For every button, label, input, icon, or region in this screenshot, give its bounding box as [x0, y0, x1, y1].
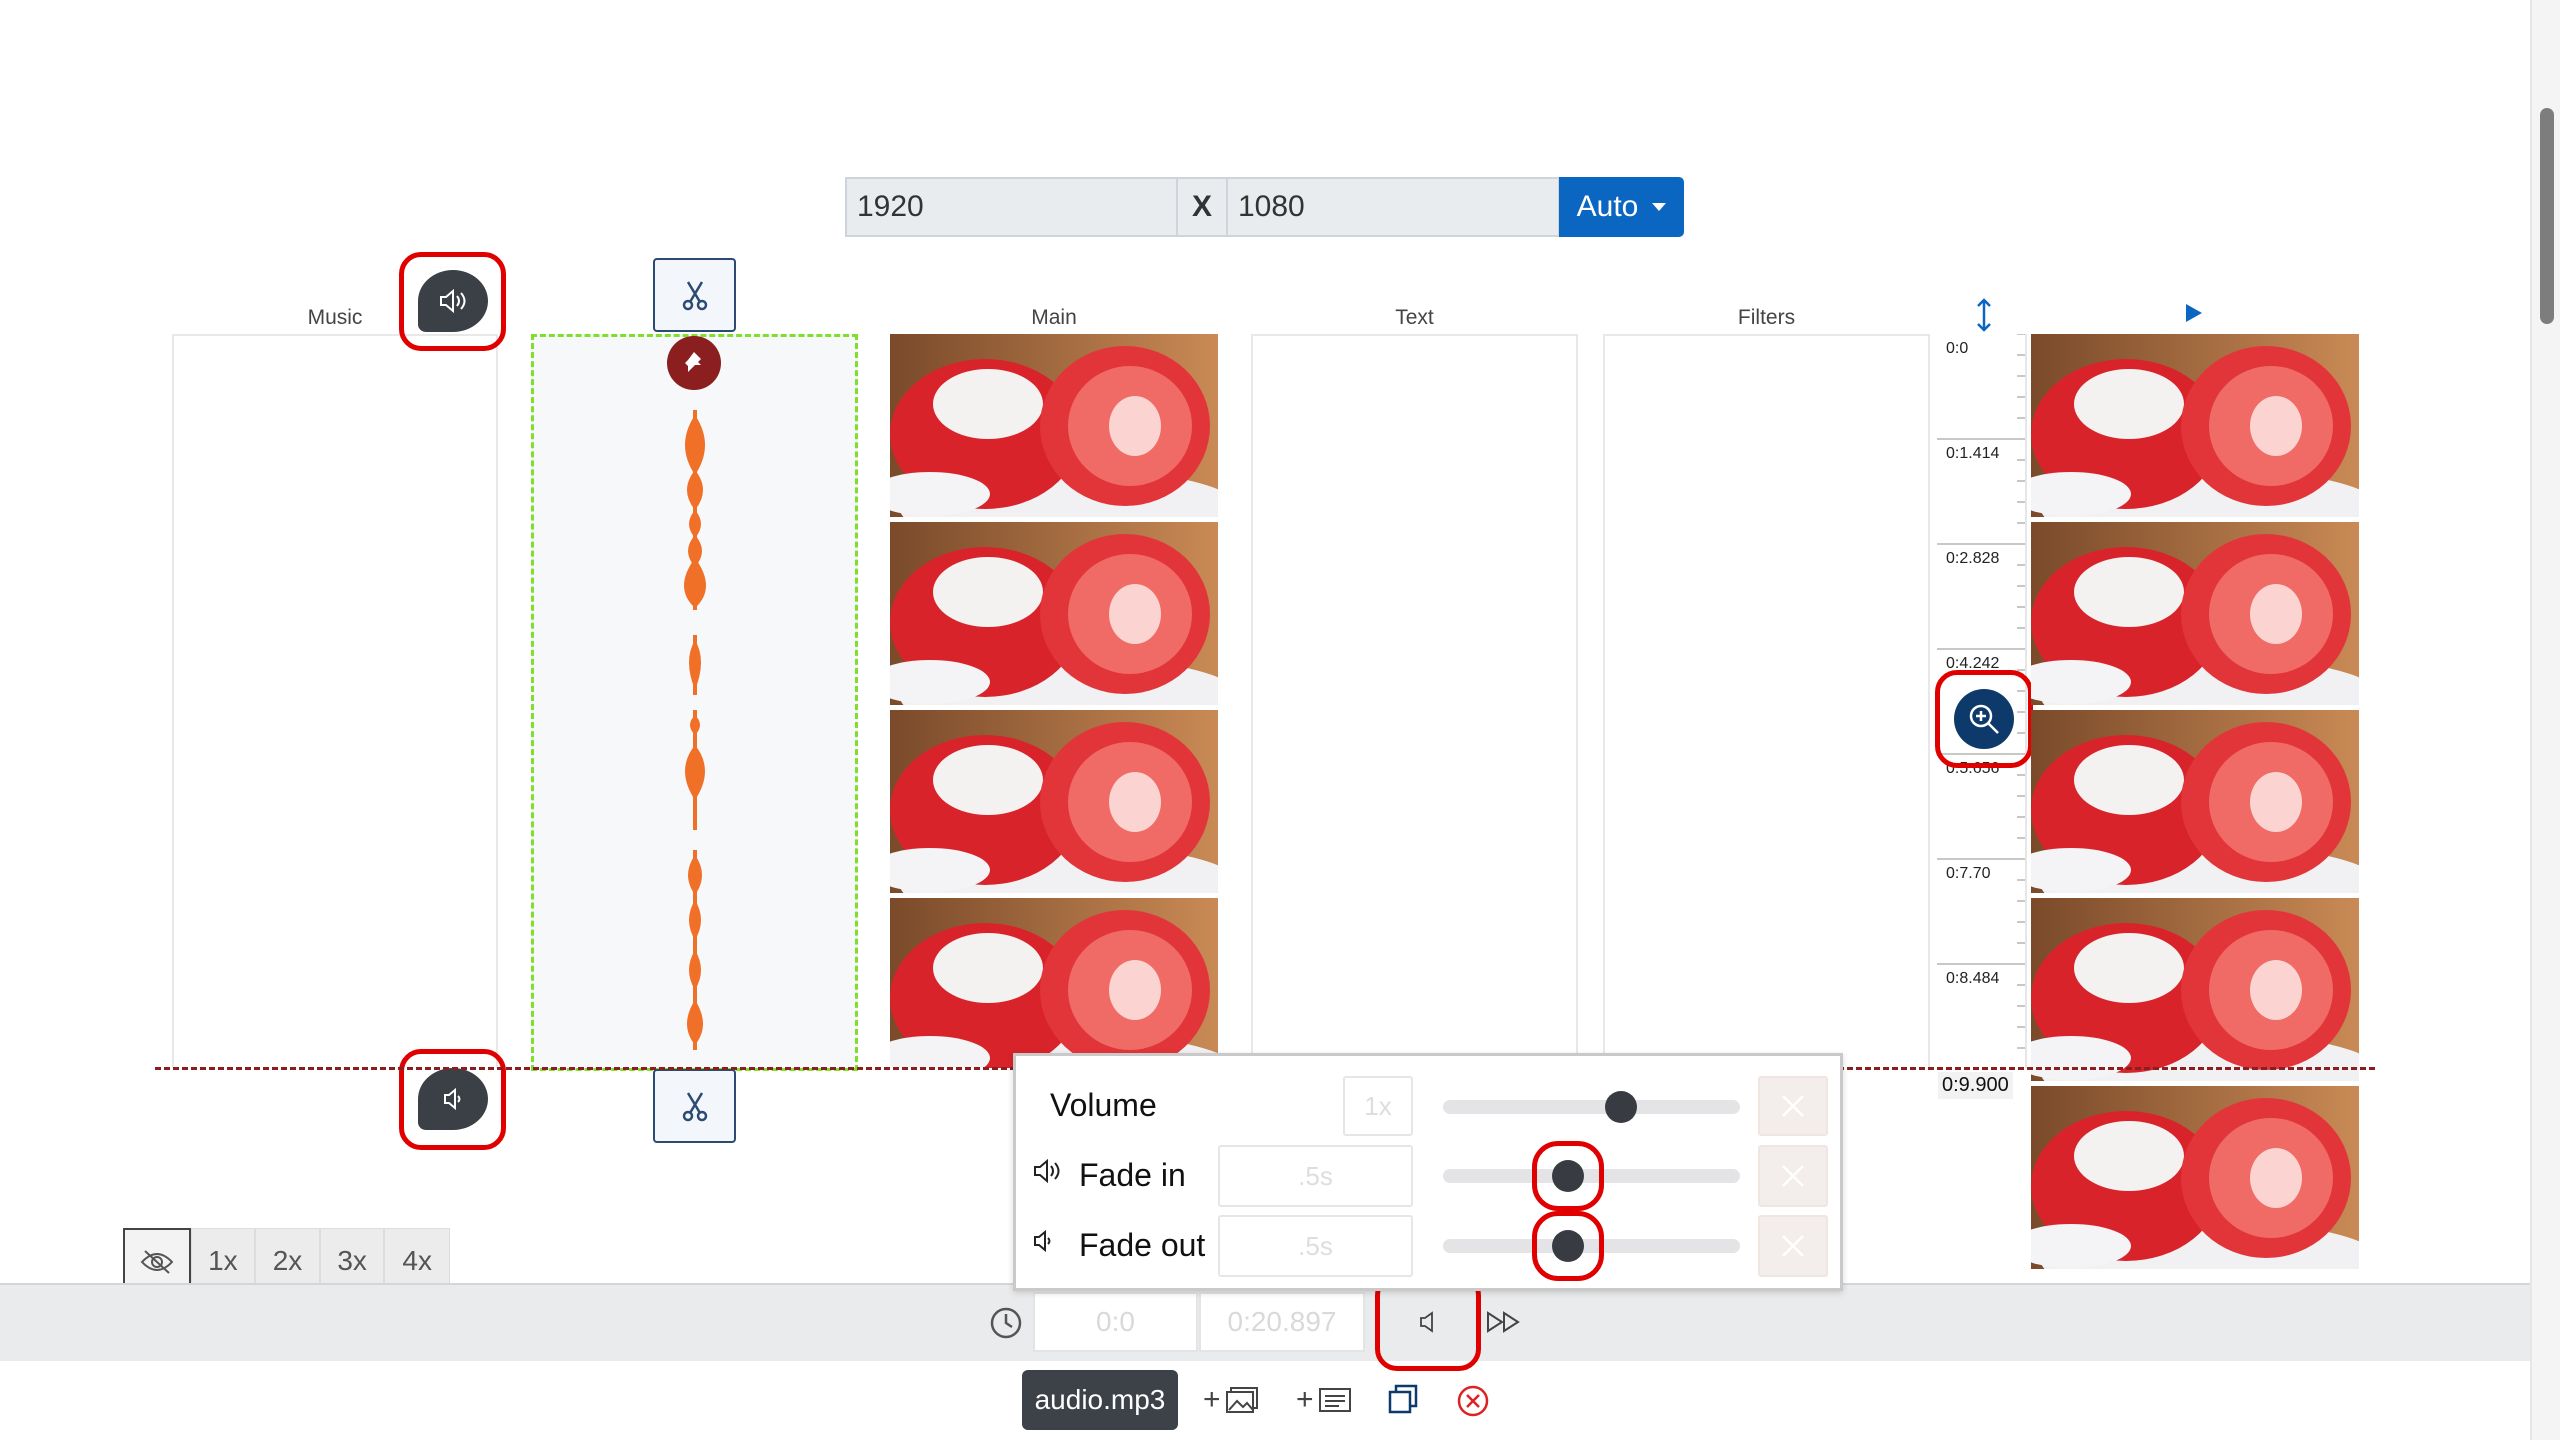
volume-down-button[interactable]	[418, 1068, 488, 1130]
copy-icon[interactable]	[1388, 1384, 1418, 1414]
pin-icon	[685, 352, 701, 372]
volume-reset-button[interactable]	[1758, 1076, 1828, 1136]
add-image-button[interactable]: +	[1203, 1383, 1259, 1417]
volume-down-icon	[1034, 1230, 1051, 1252]
fade-in-label: Fade in	[1079, 1157, 1186, 1193]
zoom-in-icon	[1969, 704, 1999, 734]
close-icon	[1782, 1235, 1804, 1257]
filters-column[interactable]	[1603, 334, 1930, 1068]
page-scrollbar[interactable]	[2530, 0, 2560, 1440]
eye-slash-icon	[140, 1250, 174, 1274]
text-icon	[1318, 1388, 1351, 1412]
split-top-button[interactable]	[653, 258, 736, 332]
fade-out-label: Fade out	[1079, 1227, 1206, 1263]
play-icon[interactable]	[2184, 302, 2204, 324]
preview-frame[interactable]	[2031, 1086, 2359, 1269]
pin-button[interactable]	[667, 336, 721, 390]
main-column-label: Main	[1031, 306, 1077, 329]
music-column[interactable]	[172, 334, 498, 1068]
preview-column	[2031, 334, 2359, 1269]
image-icon	[1225, 1387, 1258, 1413]
add-text-plus: +	[1296, 1383, 1314, 1416]
scissors-icon	[682, 1092, 707, 1122]
fade-in-reset-button[interactable]	[1758, 1145, 1828, 1207]
add-image-plus: +	[1203, 1383, 1221, 1416]
mode-label: Auto	[1576, 190, 1639, 223]
main-clip-thumbnail[interactable]	[890, 898, 1218, 1068]
close-icon	[1782, 1165, 1804, 1187]
start-time-field[interactable]: 0:0	[1033, 1292, 1198, 1352]
text-column[interactable]	[1251, 334, 1578, 1068]
fade-out-slider-handle[interactable]	[1552, 1230, 1584, 1262]
end-time-field[interactable]: 0:20.897	[1199, 1292, 1365, 1352]
resolution-mode-dropdown[interactable]: Auto	[1559, 177, 1684, 237]
fade-in-slider-handle[interactable]	[1552, 1160, 1584, 1192]
close-icon	[1782, 1095, 1804, 1117]
width-input[interactable]: 1920	[845, 177, 1178, 237]
volume-input[interactable]: 1x	[1343, 1076, 1413, 1136]
fade-out-input[interactable]: .5s	[1218, 1215, 1413, 1277]
timeline-end-label: 0:9.900	[1938, 1072, 2013, 1099]
add-text-button[interactable]: +	[1296, 1383, 1352, 1417]
preview-frame[interactable]	[2031, 898, 2359, 1081]
fast-forward-icon[interactable]	[1486, 1310, 1522, 1334]
volume-label: Volume	[1050, 1087, 1157, 1123]
scrollbar-thumb[interactable]	[2540, 108, 2554, 324]
volume-slider[interactable]	[1443, 1100, 1740, 1114]
width-value: 1920	[857, 190, 924, 223]
timeline-mark: 0:1.414	[1946, 445, 2000, 462]
audio-file-chip[interactable]: audio.mp3	[1022, 1370, 1178, 1430]
timeline-mark: 0:2.828	[1946, 550, 2000, 567]
main-clip-thumbnail[interactable]	[890, 334, 1218, 517]
mute-button[interactable]	[1395, 1292, 1461, 1352]
preview-frame[interactable]	[2031, 710, 2359, 893]
timeline-mark: 0:8.484	[1946, 970, 2000, 987]
volume-slider-handle[interactable]	[1605, 1091, 1638, 1123]
timeline-mark: 0:0	[1946, 340, 1969, 357]
audio-waveform	[684, 410, 706, 1050]
volume-up-button[interactable]	[418, 270, 488, 332]
audio-settings-popup: Volume 1x Fade in .5s Fade out .5s	[1013, 1053, 1843, 1291]
fade-out-reset-button[interactable]	[1758, 1215, 1828, 1277]
main-clip-thumbnail[interactable]	[890, 522, 1218, 705]
main-clip-thumbnail[interactable]	[890, 710, 1218, 893]
resolution-separator: X	[1176, 177, 1228, 237]
timeline-mark: 0:7.70	[1946, 865, 1991, 882]
split-bottom-button[interactable]	[653, 1069, 736, 1143]
volume-down-icon	[444, 1088, 461, 1110]
zoom-in-button[interactable]	[1954, 689, 2014, 749]
chevron-down-icon	[1652, 203, 1667, 211]
footer-toolbar	[0, 1361, 2530, 1440]
scissors-icon	[682, 281, 707, 311]
text-column-label: Text	[1395, 306, 1434, 329]
height-value: 1080	[1238, 190, 1305, 223]
separator-label: X	[1191, 190, 1212, 223]
filters-column-label: Filters	[1737, 306, 1796, 329]
fade-in-input[interactable]: .5s	[1218, 1145, 1413, 1207]
volume-up-icon	[1034, 1159, 1060, 1183]
height-input[interactable]: 1080	[1226, 177, 1560, 237]
volume-up-icon	[440, 288, 466, 314]
volume-mute-icon	[1420, 1311, 1433, 1333]
resize-vertical-icon[interactable]	[1972, 298, 1996, 332]
clock-icon	[990, 1307, 1022, 1339]
preview-frame[interactable]	[2031, 334, 2359, 517]
preview-frame[interactable]	[2031, 522, 2359, 705]
main-column[interactable]	[890, 334, 1218, 1068]
remove-icon[interactable]	[1456, 1384, 1490, 1418]
